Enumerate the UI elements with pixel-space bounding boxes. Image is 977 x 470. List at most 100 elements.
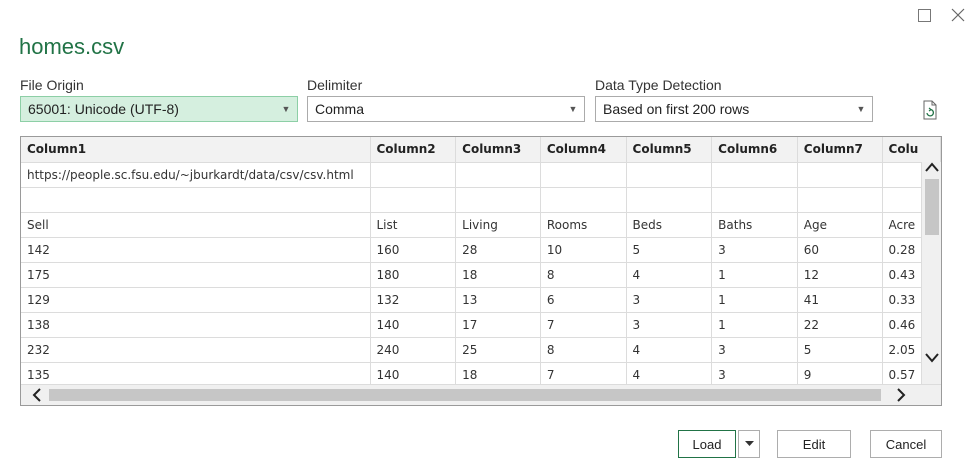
table-cell: Beds (626, 212, 713, 238)
delimiter-label: Delimiter (307, 77, 363, 93)
horizontal-scrollbar[interactable] (21, 384, 941, 405)
table-cell: 8 (540, 262, 627, 288)
table-cell: 41 (797, 287, 883, 313)
table-cell: Baths (711, 212, 798, 238)
table-cell: 17 (455, 312, 541, 338)
table-row: 142 160 28 10 5 3 60 0.28 (21, 237, 941, 263)
table-cell: 3 (711, 237, 798, 263)
chevron-down-icon: ▼ (281, 104, 291, 114)
table-cell: 232 (21, 337, 371, 363)
scroll-right-icon[interactable] (891, 385, 911, 405)
load-button[interactable]: Load (678, 430, 736, 458)
table-cell: 7 (540, 312, 627, 338)
chevron-down-icon (744, 441, 754, 446)
vertical-scroll-thumb[interactable] (925, 179, 939, 235)
column-header[interactable]: Column7 (797, 137, 883, 163)
column-header[interactable]: Column3 (455, 137, 541, 163)
table-cell: 138 (21, 312, 371, 338)
vertical-scrollbar[interactable] (921, 162, 941, 387)
table-row: Sell List Living Rooms Beds Baths Age Acre (21, 212, 941, 238)
table-row (21, 187, 941, 213)
table-cell (21, 187, 371, 213)
data-type-detection-label: Data Type Detection (595, 77, 722, 93)
data-type-detection-dropdown[interactable]: Based on first 200 rows ▼ (595, 96, 873, 122)
file-origin-label: File Origin (20, 77, 84, 93)
table-cell: 25 (455, 337, 541, 363)
data-preview-grid: Column1 Column2 Column3 Column4 Column5 Colum… (20, 136, 942, 406)
table-cell (540, 187, 627, 213)
table-cell (626, 162, 713, 188)
column-header[interactable]: Column5 (626, 137, 713, 163)
table-cell: 18 (455, 262, 541, 288)
table-cell: 3 (626, 287, 713, 313)
table-cell: 1 (711, 287, 798, 313)
table-cell (370, 187, 457, 213)
table-cell: 60 (797, 237, 883, 263)
scroll-down-icon[interactable] (922, 349, 941, 367)
chevron-down-icon: ▼ (568, 104, 578, 114)
table-cell: Living (455, 212, 541, 238)
maximize-button[interactable] (913, 4, 935, 26)
column-header[interactable]: Column6 (711, 137, 798, 163)
table-cell: 175 (21, 262, 371, 288)
load-options-button[interactable] (738, 430, 760, 458)
table-cell: 240 (370, 337, 457, 363)
delimiter-value: Comma (315, 101, 365, 117)
table-row: 138 140 17 7 3 1 22 0.46 (21, 312, 941, 338)
table-header-row: Column1 Column2 Column3 Column4 Column5 Colum… (21, 137, 941, 163)
table-cell: Sell (21, 212, 371, 238)
table-row: 232 240 25 8 4 3 5 2.05 (21, 337, 941, 363)
table-cell: 10 (540, 237, 627, 263)
table-row: 175 180 18 8 4 1 12 0.43 (21, 262, 941, 288)
table-row: 129 132 13 6 3 1 41 0.33 (21, 287, 941, 313)
scroll-left-icon[interactable] (27, 385, 47, 405)
table-cell: 142 (21, 237, 371, 263)
table-cell: 4 (626, 262, 713, 288)
horizontal-scroll-thumb[interactable] (49, 389, 881, 401)
column-header[interactable]: Column2 (370, 137, 457, 163)
refresh-icon[interactable] (921, 100, 939, 120)
table-cell: 5 (797, 337, 883, 363)
table-row: https://people.sc.fsu.edu/~jburkardt/dat… (21, 162, 941, 188)
table-cell (370, 162, 457, 188)
table-cell: 1 (711, 262, 798, 288)
table-cell (797, 162, 883, 188)
table-cell (626, 187, 713, 213)
table-cell: Rooms (540, 212, 627, 238)
table-cell (711, 187, 798, 213)
table-cell (711, 162, 798, 188)
table-cell: 1 (711, 312, 798, 338)
table-cell (540, 162, 627, 188)
table-cell: 4 (626, 337, 713, 363)
column-header[interactable]: Column4 (540, 137, 627, 163)
edit-button[interactable]: Edit (777, 430, 851, 458)
table-cell: 28 (455, 237, 541, 263)
cancel-button[interactable]: Cancel (870, 430, 942, 458)
preview-table: Column1 Column2 Column3 Column4 Column5 Colum… (21, 137, 941, 388)
column-header[interactable]: Column1 (21, 137, 371, 163)
maximize-icon (917, 8, 931, 22)
delimiter-dropdown[interactable]: Comma ▼ (307, 96, 585, 122)
data-type-detection-value: Based on first 200 rows (603, 101, 750, 117)
file-origin-dropdown[interactable]: 65001: Unicode (UTF-8) ▼ (20, 96, 298, 122)
chevron-down-icon: ▼ (856, 104, 866, 114)
table-cell: 180 (370, 262, 457, 288)
table-cell: 3 (711, 337, 798, 363)
table-cell: 12 (797, 262, 883, 288)
table-cell: 160 (370, 237, 457, 263)
table-cell: 3 (626, 312, 713, 338)
scroll-up-icon[interactable] (922, 158, 941, 176)
close-icon (951, 8, 965, 22)
file-origin-value: 65001: Unicode (UTF-8) (28, 101, 179, 117)
dialog-title: homes.csv (19, 34, 125, 59)
close-button[interactable] (947, 4, 969, 26)
table-cell: 22 (797, 312, 883, 338)
table-cell (797, 187, 883, 213)
table-cell: 129 (21, 287, 371, 313)
table-cell: 8 (540, 337, 627, 363)
table-cell: Age (797, 212, 883, 238)
table-cell: 140 (370, 312, 457, 338)
table-cell (455, 187, 541, 213)
table-cell: 132 (370, 287, 457, 313)
table-cell (455, 162, 541, 188)
